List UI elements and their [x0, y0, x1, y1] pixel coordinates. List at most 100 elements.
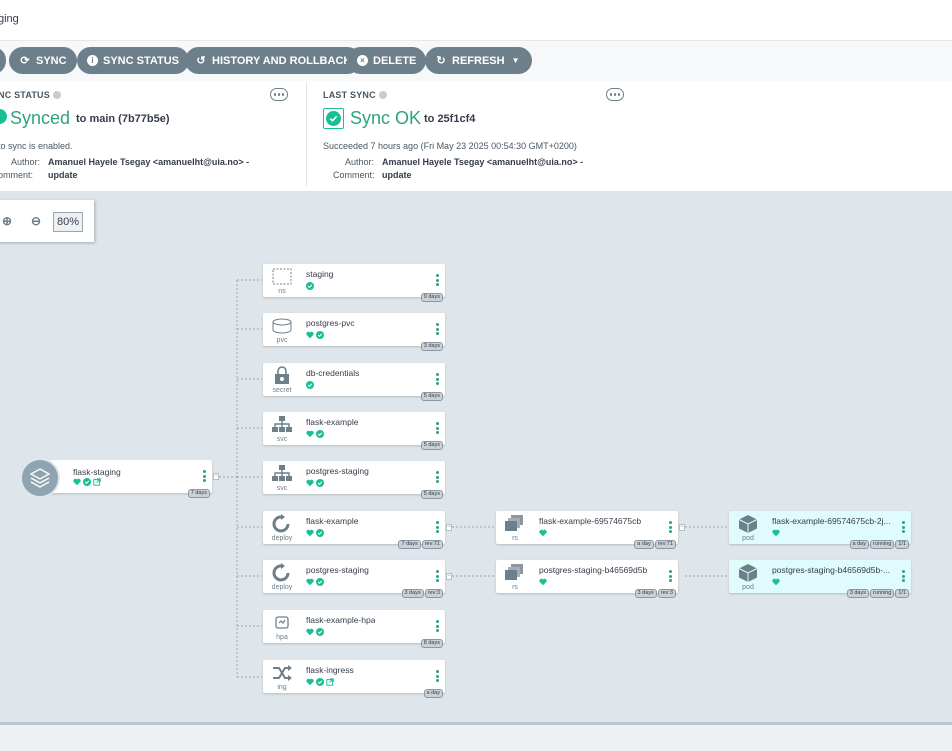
- status-icons: [306, 478, 324, 487]
- tags: 3 days rev:3: [634, 589, 676, 598]
- status-icons: [306, 429, 324, 438]
- status-icons: [772, 577, 780, 586]
- collapse-toggle[interactable]: −: [213, 473, 219, 480]
- resource-node-svc[interactable]: svc postgres-staging 5 days: [263, 461, 445, 499]
- resource-kind: deploy: [271, 535, 293, 542]
- status-icons: [539, 577, 547, 586]
- collapse-toggle[interactable]: −: [679, 524, 685, 531]
- healthy-heart-icon: [73, 478, 81, 486]
- resource-node-ing[interactable]: ing flask-ingress a day: [263, 660, 445, 698]
- app-node-card[interactable]: flask-staging 7 days: [48, 460, 212, 498]
- info-tag: 1/1: [895, 589, 909, 598]
- resource-kind: pvc: [276, 337, 288, 344]
- status-icons: [306, 281, 314, 290]
- hpa-icon: [271, 613, 293, 633]
- resource-node-rs[interactable]: rs flask-example-69574675cb a day rev:71: [496, 511, 678, 549]
- resource-node-ns[interactable]: ns staging 9 days: [263, 264, 445, 302]
- resource-node-pod[interactable]: pod postgres-staging-b46569d5b-... 3 days r…: [729, 560, 911, 598]
- resource-node-deploy[interactable]: deploy flask-example 7 days rev:71: [263, 511, 445, 549]
- status-icons: [306, 528, 324, 537]
- synced-check-icon: [316, 429, 324, 438]
- node-menu-button[interactable]: [436, 670, 439, 682]
- node-menu-button[interactable]: [436, 521, 439, 533]
- synced-check-icon: [316, 330, 324, 339]
- healthy-heart-icon: [306, 331, 314, 338]
- replicaset-icon: [504, 514, 526, 534]
- info-tag: rev:3: [424, 589, 443, 598]
- synced-check-icon: [316, 677, 324, 686]
- node-menu-button[interactable]: [669, 570, 672, 582]
- node-menu-button[interactable]: [902, 521, 905, 533]
- tree-edges: [219, 279, 728, 678]
- collapse-toggle[interactable]: −: [446, 524, 452, 531]
- resource-name: flask-example-69574675cb: [539, 516, 642, 526]
- resource-name: db-credentials: [306, 368, 360, 378]
- collapse-toggle[interactable]: −: [446, 573, 452, 580]
- healthy-heart-icon: [539, 529, 547, 536]
- service-icon: [271, 415, 293, 435]
- resource-node-rs[interactable]: rs postgres-staging-b46569d5b 3 days rev:3: [496, 560, 678, 598]
- resource-node-hpa[interactable]: hpa flask-example-hpa 8 days: [263, 610, 445, 648]
- resource-name: staging: [306, 269, 334, 279]
- resource-name: flask-example: [306, 417, 359, 427]
- status-icons: [306, 577, 324, 586]
- resource-kind: secret: [272, 387, 292, 394]
- synced-check-icon: [83, 478, 91, 486]
- deploy-icon: [271, 563, 293, 583]
- info-tag: rev:71: [421, 540, 443, 549]
- synced-check-icon: [316, 577, 324, 586]
- resource-node-svc[interactable]: svc flask-example 5 days: [263, 412, 445, 450]
- healthy-heart-icon: [306, 529, 314, 536]
- resource-node-pvc[interactable]: pvc postgres-pvc 3 days: [263, 313, 445, 351]
- resource-name: flask-ingress: [306, 665, 354, 675]
- node-menu-button[interactable]: [902, 570, 905, 582]
- node-menu-button[interactable]: [436, 274, 439, 286]
- resource-name: flask-example-69574675cb-2j...: [772, 516, 891, 526]
- info-tag: 3 days: [634, 589, 657, 598]
- node-menu-button[interactable]: [436, 570, 439, 582]
- pvc-icon: [271, 316, 293, 336]
- resource-node-deploy[interactable]: deploy postgres-staging 3 days rev:3: [263, 560, 445, 598]
- node-menu-button[interactable]: [436, 422, 439, 434]
- app-node[interactable]: flask-staging 7 days −: [20, 458, 219, 498]
- node-menu-button[interactable]: [436, 373, 439, 385]
- resource-kind: pod: [742, 584, 754, 591]
- node-menu-button[interactable]: [669, 521, 672, 533]
- app-node-name: flask-staging: [73, 467, 121, 477]
- tags: 3 days: [420, 342, 443, 351]
- tags: a day: [423, 689, 443, 698]
- replicaset-icon: [504, 563, 526, 583]
- resource-node-pod[interactable]: pod flask-example-69574675cb-2j... a day ru…: [729, 511, 911, 549]
- info-tag: a day: [849, 540, 869, 549]
- node-menu-button[interactable]: [436, 620, 439, 632]
- age-tag: 7 days: [187, 489, 210, 498]
- info-tag: a day: [423, 689, 443, 698]
- healthy-heart-icon: [306, 678, 314, 685]
- node-menu-button[interactable]: [436, 323, 439, 335]
- healthy-heart-icon: [306, 430, 314, 437]
- resource-kind: pod: [742, 535, 754, 542]
- resource-node-secret[interactable]: secret db-credentials 5 days: [263, 363, 445, 401]
- external-link-icon[interactable]: [326, 677, 334, 686]
- status-icons: [306, 627, 324, 636]
- external-link-icon[interactable]: [93, 478, 101, 486]
- synced-check-icon: [316, 528, 324, 537]
- info-tag: running: [869, 589, 895, 598]
- namespace-icon: [271, 267, 293, 287]
- app-node-menu-button[interactable]: [203, 470, 206, 482]
- info-tag: running: [869, 540, 895, 549]
- tags: 5 days: [420, 490, 443, 499]
- resource-kind: deploy: [271, 584, 293, 591]
- tags: 7 days rev:71: [398, 540, 443, 549]
- pod-icon: [737, 514, 759, 534]
- status-icons: [306, 380, 314, 389]
- resource-name: postgres-staging-b46569d5b-...: [772, 565, 891, 575]
- node-menu-button[interactable]: [436, 471, 439, 483]
- resource-name: postgres-pvc: [306, 318, 355, 328]
- resource-name: postgres-staging-b46569d5b: [539, 565, 648, 575]
- tags: 5 days: [420, 392, 443, 401]
- tags: 8 days: [420, 639, 443, 648]
- info-tag: 8 days: [420, 639, 443, 648]
- healthy-heart-icon: [772, 529, 780, 536]
- status-icons: [306, 330, 324, 339]
